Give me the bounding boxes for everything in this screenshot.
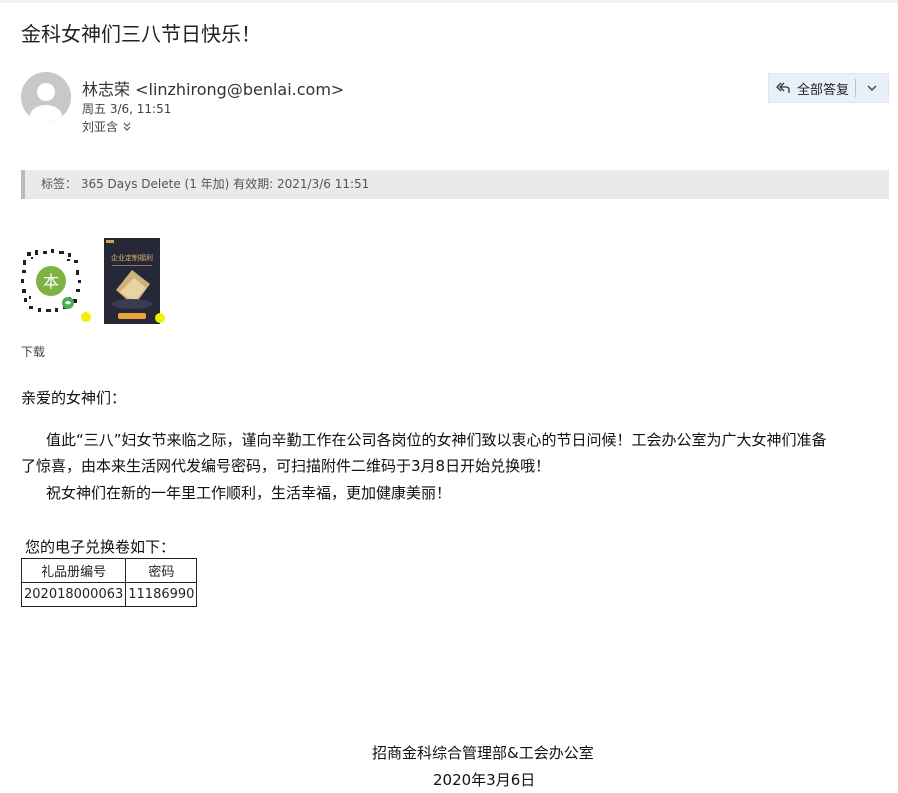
body-line-1: 值此“三八”妇女节来临之际，谨向辛勤工作在公司各岗位的女神们致以衷心的节日问候！… (46, 431, 827, 449)
sender-avatar[interactable] (21, 72, 71, 122)
qr-center-char: 本 (43, 272, 59, 291)
body-line-2: 了惊喜，由本来生活网代发编号密码，可扫描附件二维码于3月8日开始兑换哦！ (21, 457, 551, 475)
person-silhouette-icon (21, 72, 71, 122)
signature-org: 招商金科综合管理部&工会办公室 (372, 744, 594, 762)
poster-attachment[interactable]: 企业定制福利 (104, 238, 160, 324)
cell-password: 11186990 (125, 582, 198, 607)
top-bar (0, 0, 898, 3)
voucher-table: 礼品册编号 密码 202018000063 11186990 (20, 558, 198, 607)
poster-image: 企业定制福利 (104, 238, 160, 324)
qr-code-attachment[interactable]: 本 (21, 248, 81, 316)
col-header-gift-code: 礼品册编号 (20, 558, 127, 583)
body-line-3: 祝女神们在新的一年里工作顺利，生活幸福，更加健康美丽！ (46, 484, 452, 502)
email-subject: 金科女神们三八节日快乐！ (21, 22, 261, 46)
greeting-text: 亲爱的女神们： (21, 389, 127, 407)
voucher-intro: 您的电子兑换卷如下： (25, 538, 176, 556)
recipient-name: 刘亚含 (82, 120, 119, 134)
reply-all-group: 全部答复 (768, 73, 889, 103)
retention-tag-bar: 标签： 365 Days Delete (1 年加) 有效期: 2021/3/6… (21, 170, 889, 199)
chevron-down-icon (867, 85, 877, 91)
reply-all-button[interactable]: 全部答复 (769, 74, 849, 102)
qr-code-image: 本 (21, 248, 81, 316)
qr-marker-dot (81, 312, 91, 322)
reply-dropdown-button[interactable] (856, 74, 888, 102)
poster-marker-dot (155, 313, 165, 323)
col-header-password: 密码 (125, 558, 198, 583)
sent-time: 周五 3/6, 11:51 (82, 102, 172, 116)
table-header-row: 礼品册编号 密码 (20, 558, 198, 583)
table-row: 202018000063 11186990 (20, 582, 198, 607)
poster-title: 企业定制福利 (111, 253, 153, 262)
download-link[interactable]: 下载 (21, 343, 45, 360)
reply-all-label: 全部答复 (797, 82, 850, 98)
double-chevron-down-icon[interactable] (122, 122, 132, 132)
recipient-line[interactable]: 刘亚含 (82, 118, 132, 135)
signature-date: 2020年3月6日 (433, 771, 536, 789)
reply-all-icon (776, 82, 790, 93)
sender-name[interactable]: 林志荣 <linzhirong@benlai.com> (82, 76, 344, 100)
cell-gift-code: 202018000063 (20, 582, 127, 607)
